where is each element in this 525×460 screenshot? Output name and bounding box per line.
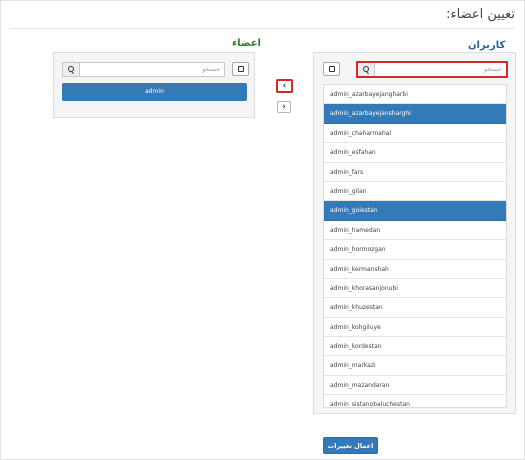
checkbox-square-icon (328, 66, 335, 72)
user-list-item[interactable]: admin_khuzestan (324, 298, 506, 318)
members-panel: admin (53, 52, 255, 118)
user-list-item[interactable]: admin_markazi (324, 356, 506, 376)
search-icon (362, 66, 370, 73)
user-list-item[interactable]: admin_fars (324, 163, 506, 182)
users-panel-heading: کاربران (468, 40, 506, 51)
checkbox-square-icon (237, 66, 244, 72)
user-list-item[interactable]: admin_azarbayejansharghi (324, 104, 506, 124)
users-panel: admin_azarbayejangharbiadmin_azarbayejan… (313, 52, 516, 414)
user-list-item[interactable]: admin_khorasanjonubi (324, 279, 506, 299)
search-icon (67, 66, 75, 73)
user-list-item[interactable]: admin_kohgiluye (324, 318, 506, 338)
users-search-group (356, 61, 508, 78)
user-list-item[interactable]: admin_chaharmahal (324, 124, 506, 144)
apply-changes-button[interactable]: اعمال تغییرات (323, 437, 378, 454)
user-list-item[interactable]: admin_sistanobaluchestan (324, 395, 506, 407)
user-list-item[interactable]: admin_esfahan (324, 143, 506, 163)
user-list-item[interactable]: admin_hormozgan (324, 240, 506, 260)
member-list-item[interactable]: admin (62, 83, 247, 101)
title-divider (10, 28, 515, 29)
members-panel-heading: اعضاء (232, 38, 261, 49)
user-list-item[interactable]: admin_kordestan (324, 337, 506, 357)
users-search-input[interactable] (375, 63, 506, 76)
move-to-members-button[interactable]: ‹ (276, 79, 293, 93)
user-list-item[interactable]: admin_azarbayejangharbi (324, 85, 506, 105)
user-list-item[interactable]: admin_golestan (324, 201, 506, 221)
chevron-right-icon: › (282, 101, 286, 112)
users-search-button[interactable] (358, 63, 375, 76)
chevron-left-icon: ‹ (282, 80, 287, 91)
members-select-all-button[interactable] (232, 62, 249, 76)
user-list-item[interactable]: admin_gilan (324, 182, 506, 202)
members-search-button[interactable] (63, 63, 80, 76)
move-to-users-button[interactable]: › (277, 101, 291, 113)
page-title: تعیین اعضاء: (446, 7, 515, 22)
user-list-item[interactable]: admin_mazandaran (324, 376, 506, 396)
users-list: admin_azarbayejangharbi admin_azarbayejan… (323, 84, 507, 408)
user-list-item[interactable]: admin_kermanshah (324, 260, 506, 279)
members-search-input[interactable] (80, 63, 224, 76)
user-list-item[interactable]: admin_hamedan (324, 221, 506, 241)
users-select-all-button[interactable] (323, 62, 340, 76)
members-search-group (62, 62, 225, 77)
